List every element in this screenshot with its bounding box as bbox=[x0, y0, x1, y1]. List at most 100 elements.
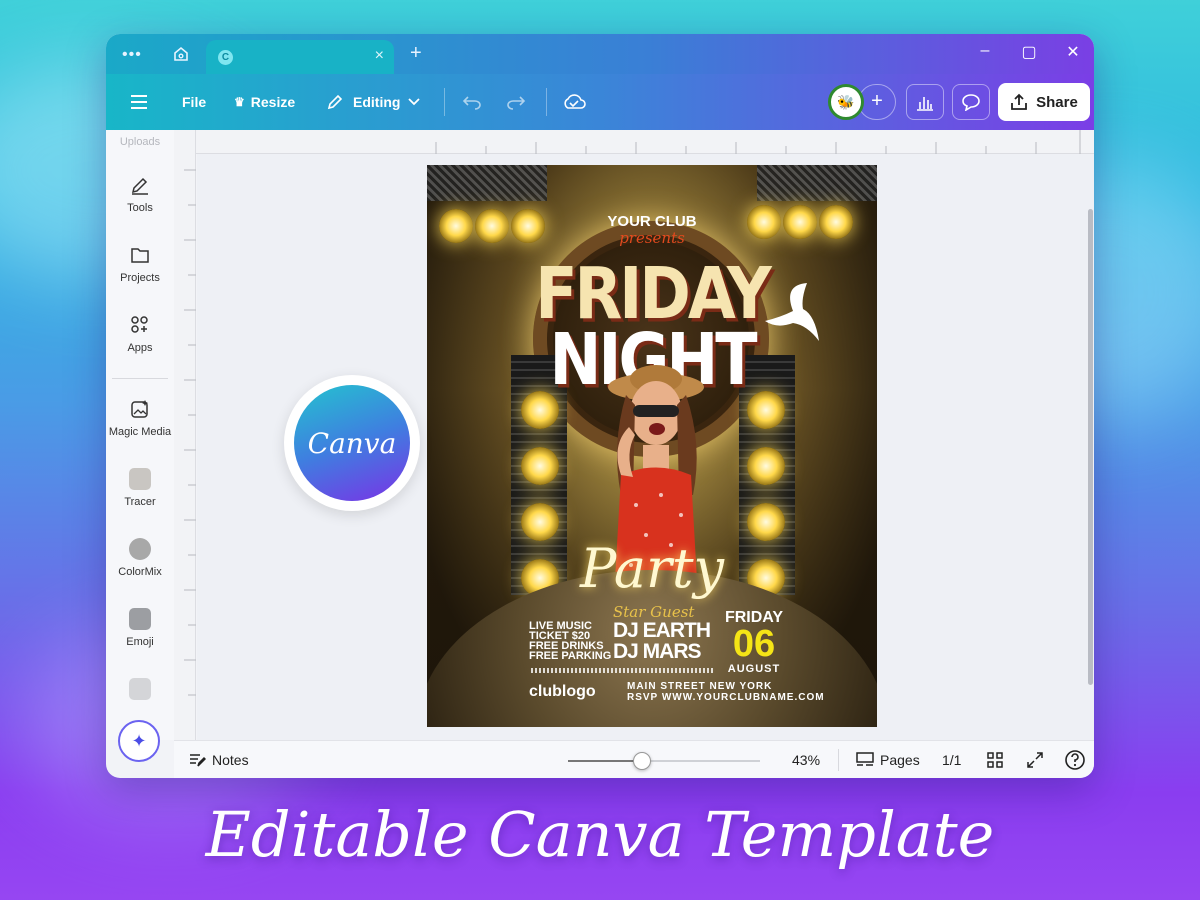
sparkle-icon: ✦ bbox=[131, 730, 147, 751]
editing-mode-dropdown[interactable]: Editing bbox=[326, 74, 421, 130]
undo-icon[interactable] bbox=[462, 74, 482, 130]
editor-toolbar: File ♛ Resize Editing + 🐝 Share bbox=[106, 74, 1094, 130]
stage-light bbox=[747, 503, 785, 541]
avatar[interactable]: 🐝 bbox=[828, 84, 864, 120]
sidebar-item-more-app[interactable] bbox=[106, 678, 174, 706]
sidebar-item-label: Apps bbox=[127, 342, 153, 354]
canva-logo-icon: C bbox=[218, 50, 233, 65]
bar-chart-icon bbox=[917, 97, 933, 111]
rsvp-line: RSVP WWW.YOURCLUBNAME.COM bbox=[627, 692, 825, 703]
stage-light bbox=[747, 447, 785, 485]
pages-button[interactable]: Pages bbox=[856, 741, 920, 778]
notes-button[interactable]: Notes bbox=[188, 741, 249, 778]
dove-image bbox=[765, 283, 819, 341]
info-line: FREE PARKING bbox=[529, 650, 612, 662]
chevron-down-icon bbox=[408, 98, 421, 106]
minimize-icon[interactable]: – bbox=[970, 42, 1000, 60]
sidebar-item-tracer[interactable]: Tracer bbox=[106, 468, 174, 508]
sidebar-item-label: Uploads bbox=[119, 136, 161, 148]
grid-view-icon[interactable] bbox=[986, 741, 1004, 778]
close-window-icon[interactable]: ✕ bbox=[1058, 42, 1088, 62]
sidebar-item-label: Magic Media bbox=[108, 426, 172, 438]
app-icon bbox=[129, 678, 151, 700]
sidebar: Uploads Tools Projects Apps Magic Media … bbox=[106, 130, 174, 740]
address-line: MAIN STREET NEW YORK bbox=[627, 681, 773, 692]
more-dots-icon[interactable]: ••• bbox=[122, 46, 142, 64]
sidebar-item-label: Emoji bbox=[126, 636, 154, 648]
resize-label: Resize bbox=[250, 94, 296, 110]
magic-image-icon bbox=[131, 400, 148, 418]
ruler-vertical bbox=[174, 130, 196, 740]
promo-title: Editable Canva Template bbox=[205, 798, 995, 871]
tracer-app-icon bbox=[129, 468, 151, 490]
colormix-app-icon bbox=[129, 538, 151, 560]
crown-icon: ♛ bbox=[234, 95, 245, 109]
zoom-label: 43% bbox=[792, 752, 821, 768]
sidebar-item-projects[interactable]: Projects bbox=[106, 244, 174, 284]
maximize-icon[interactable]: ▢ bbox=[1014, 42, 1044, 62]
canva-logo: Canva bbox=[294, 385, 410, 501]
editing-label: Editing bbox=[353, 94, 401, 110]
stage-light bbox=[521, 503, 559, 541]
zoom-level[interactable]: 43% bbox=[792, 741, 820, 778]
comments-button[interactable] bbox=[952, 84, 990, 120]
insights-button[interactable] bbox=[906, 84, 944, 120]
resize-button[interactable]: ♛ Resize bbox=[234, 74, 295, 130]
sidebar-item-label: Tools bbox=[127, 202, 153, 214]
page-counter[interactable]: 1/1 bbox=[942, 741, 961, 778]
canva-badge: Canva bbox=[284, 375, 420, 511]
bottom-bar: Notes 43% Pages 1/1 bbox=[174, 740, 1094, 778]
presents-text: presents bbox=[619, 229, 685, 247]
canva-window: ••• C × + – ▢ ✕ File ♛ Resize Editing + … bbox=[106, 34, 1094, 778]
club-name: YOUR CLUB bbox=[607, 213, 697, 230]
page-count-label: 1/1 bbox=[942, 752, 962, 768]
zoom-slider[interactable] bbox=[568, 752, 760, 770]
close-tab-icon[interactable]: × bbox=[375, 47, 384, 65]
vertical-scrollbar[interactable] bbox=[1088, 209, 1093, 685]
title-bar: ••• C × + – ▢ ✕ bbox=[106, 34, 1094, 74]
zoom-slider-handle[interactable] bbox=[633, 752, 651, 770]
light-truss-right bbox=[757, 165, 877, 201]
club-logo: clublogo bbox=[529, 683, 596, 700]
emoji-app-icon bbox=[129, 608, 151, 630]
file-menu[interactable]: File bbox=[182, 74, 206, 130]
share-label: Share bbox=[1036, 93, 1078, 111]
sidebar-item-label: ColorMix bbox=[118, 566, 162, 578]
upload-icon bbox=[1011, 93, 1028, 110]
sidebar-item-uploads[interactable]: Uploads bbox=[106, 136, 174, 148]
light-truss-left bbox=[427, 165, 547, 201]
dashed-divider bbox=[531, 668, 713, 673]
share-button[interactable]: Share bbox=[998, 83, 1090, 121]
party-script: Party bbox=[579, 537, 725, 600]
sidebar-item-magic-media[interactable]: Magic Media bbox=[106, 398, 174, 438]
redo-icon[interactable] bbox=[506, 74, 526, 130]
sidebar-item-apps[interactable]: Apps bbox=[106, 314, 174, 354]
address-block: MAIN STREET NEW YORK RSVP WWW.YOURCLUBNA… bbox=[627, 681, 827, 703]
help-icon[interactable] bbox=[1064, 741, 1086, 778]
ruler-horizontal bbox=[196, 130, 1094, 154]
pages-icon bbox=[856, 752, 874, 766]
dj-name-2: DJ MARS bbox=[613, 640, 702, 663]
flyer-page[interactable]: YOUR CLUB presents FRIDAY NIGHT Party LI… bbox=[427, 165, 877, 727]
new-tab-icon[interactable]: + bbox=[410, 42, 422, 65]
sidebar-item-label: Tracer bbox=[124, 496, 156, 508]
sidebar-item-label: Projects bbox=[120, 272, 160, 284]
tab-design[interactable]: C × bbox=[206, 40, 394, 74]
zoom-slider-fill bbox=[568, 760, 642, 762]
event-info: LIVE MUSIC TICKET $20 FREE DRINKS FREE P… bbox=[529, 621, 619, 662]
notes-icon bbox=[190, 754, 206, 767]
sidebar-item-colormix[interactable]: ColorMix bbox=[106, 538, 174, 578]
pencil-icon bbox=[327, 94, 343, 110]
home-icon[interactable] bbox=[172, 45, 190, 63]
fullscreen-icon[interactable] bbox=[1026, 741, 1044, 778]
folder-icon bbox=[131, 248, 149, 263]
comment-icon bbox=[962, 94, 980, 111]
sidebar-item-emoji[interactable]: Emoji bbox=[106, 608, 174, 648]
magic-assistant-button[interactable]: ✦ bbox=[118, 720, 160, 762]
stage-light bbox=[521, 447, 559, 485]
pen-tool-icon bbox=[131, 177, 148, 195]
pages-label: Pages bbox=[880, 752, 920, 768]
menu-icon[interactable] bbox=[130, 74, 148, 130]
sidebar-item-tools[interactable]: Tools bbox=[106, 174, 174, 214]
cloud-saved-icon[interactable] bbox=[562, 74, 586, 130]
